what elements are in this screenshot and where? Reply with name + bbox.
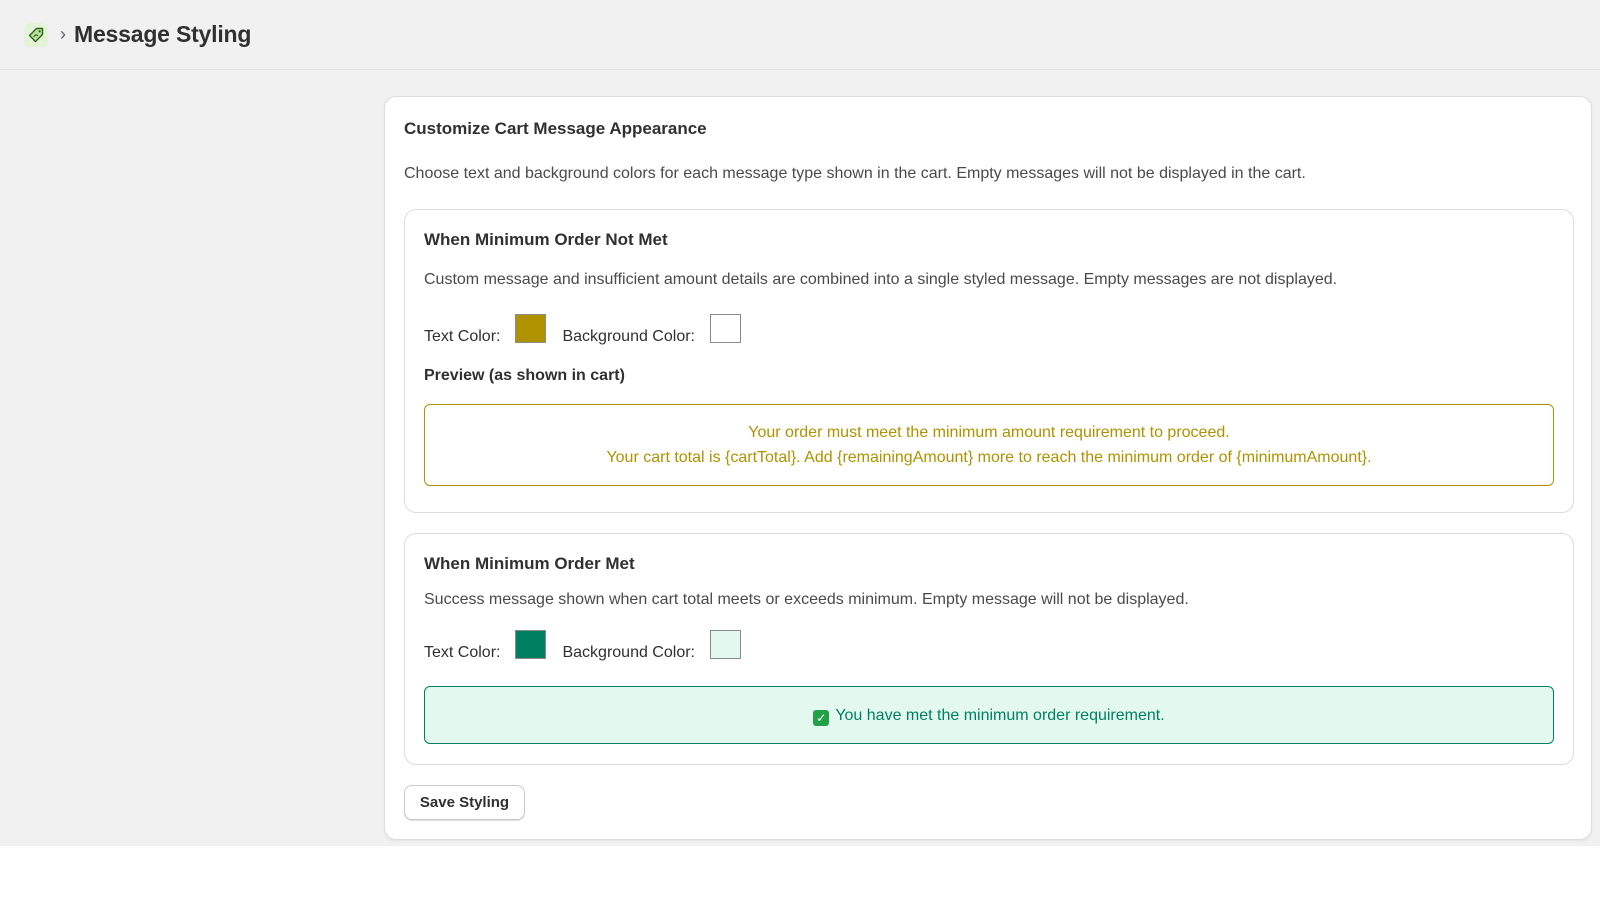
met-preview: ✓ You have met the minimum order requirem…: [424, 686, 1554, 744]
not-met-title: When Minimum Order Not Met: [424, 230, 668, 249]
check-mark-icon: ✓: [813, 710, 830, 726]
background-color-swatch[interactable]: [709, 630, 741, 659]
not-met-preview: Your order must meet the minimum amount …: [424, 404, 1554, 486]
card-title: Customize Cart Message Appearance: [404, 119, 707, 138]
preview-label: Preview (as shown in cart): [424, 367, 625, 384]
met-description: Success message shown when cart total me…: [424, 591, 1189, 608]
text-color-label: Text Color:: [424, 644, 501, 661]
met-color-row: Text Color: Background Color:: [424, 630, 757, 662]
top-bar: › Message Styling: [0, 0, 1600, 70]
not-met-description: Custom message and insufficient amount d…: [424, 271, 1338, 288]
background-color-label: Background Color:: [562, 644, 695, 661]
save-styling-button[interactable]: Save Styling: [404, 785, 525, 820]
text-color-swatch[interactable]: [515, 314, 547, 343]
text-color-label: Text Color:: [424, 328, 501, 345]
styling-card: Customize Cart Message Appearance Choose…: [384, 96, 1592, 840]
page-title: Message Styling: [74, 21, 252, 47]
text-color-swatch[interactable]: [515, 630, 547, 659]
card-description: Choose text and background colors for ea…: [404, 165, 1306, 182]
met-title: When Minimum Order Met: [424, 554, 635, 573]
breadcrumb-separator: ›: [60, 24, 66, 44]
met-preview-message: ✓ You have met the minimum order requirem…: [813, 703, 1165, 728]
not-met-section: When Minimum Order Not Met Custom messag…: [404, 209, 1574, 513]
met-section: When Minimum Order Met Success message s…: [404, 533, 1574, 765]
met-preview-text: You have met the minimum order requireme…: [835, 706, 1165, 724]
preview-line-2: Your cart total is {cartTotal}. Add {rem…: [606, 449, 1372, 466]
not-met-color-row: Text Color: Background Color:: [424, 314, 757, 346]
background-color-label: Background Color:: [562, 328, 695, 345]
preview-line-1: Your order must meet the minimum amount …: [748, 424, 1230, 441]
price-tag-icon[interactable]: [24, 22, 48, 47]
background-color-swatch[interactable]: [709, 314, 741, 343]
